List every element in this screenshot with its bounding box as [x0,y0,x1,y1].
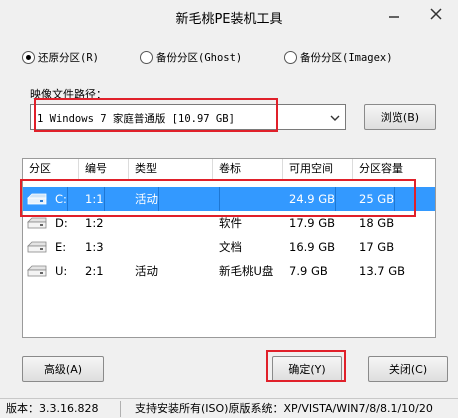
cell-label: 文档 [219,240,242,254]
close-button[interactable]: 关闭(C) [368,356,448,382]
cell-free: 17.9 GB [289,216,336,230]
cell-size: 25 GB [359,187,396,211]
title-bar: 新毛桃PE装机工具 [0,0,458,32]
close-icon [430,8,442,20]
table-row[interactable]: C: 1:1 活动 24.9 GB 25 GB [23,187,435,211]
header-partition[interactable]: 分区 [23,159,79,179]
cell-drive: U: [55,264,68,278]
cell-size: 17 GB [359,240,395,254]
ok-button-label: 确定(Y) [288,363,326,376]
browse-button[interactable]: 浏览(B) [364,104,436,130]
header-label[interactable]: 卷标 [213,159,283,179]
radio-backup-ghost[interactable]: 备份分区(Ghost) [140,50,242,65]
radio-selected-icon [22,51,35,64]
partition-table: 分区 编号 类型 卷标 可用空间 分区容量 C: 1:1 活动 24.9 GB … [22,158,436,338]
cell-number: 1:3 [85,240,104,254]
cell-drive: D: [55,216,68,230]
radio-unselected-icon [140,51,153,64]
chevron-down-icon [330,115,340,121]
radio-restore-label: 还原分区(R) [38,52,99,64]
radio-restore[interactable]: 还原分区(R) [22,50,99,65]
radio-backup-imagex-label: 备份分区(Imagex) [300,52,393,64]
status-divider [120,401,121,417]
drive-icon [27,193,47,205]
cell-label: 软件 [219,216,242,230]
header-size[interactable]: 分区容量 [353,159,435,179]
cell-number: 2:1 [85,264,104,278]
minimize-button[interactable] [374,0,414,28]
table-row[interactable]: E: 1:3 文档 16.9 GB 17 GB [23,235,435,259]
cell-free: 16.9 GB [289,240,336,254]
status-bar: 版本：3.3.16.828 支持安装所有(ISO)原版系统：XP/VISTA/W… [0,398,458,418]
radio-unselected-icon [284,51,297,64]
header-number[interactable]: 编号 [79,159,129,179]
cell-number: 1:1 [85,187,105,211]
image-path-select[interactable]: 1 Windows 7 家庭普通版 [10.97 GB] [30,104,346,130]
cell-number: 1:2 [85,216,104,230]
cell-type: 活动 [135,187,159,211]
radio-backup-ghost-label: 备份分区(Ghost) [156,52,243,64]
cell-size: 13.7 GB [359,264,406,278]
image-path-label: 映像文件路径： [30,88,107,101]
advanced-button[interactable]: 高级(A) [22,356,104,382]
version-text: 版本：3.3.16.828 [6,402,99,415]
cell-drive: E: [55,240,67,254]
support-text: 支持安装所有(ISO)原版系统：XP/VISTA/WIN7/8/8.1/10/2… [135,402,433,415]
drive-icon [27,217,47,229]
usb-drive-icon [27,265,47,277]
image-path-value: 1 Windows 7 家庭普通版 [10.97 GB] [37,113,235,125]
radio-backup-imagex[interactable]: 备份分区(Imagex) [284,50,393,65]
cell-size: 18 GB [359,216,395,230]
header-type[interactable]: 类型 [129,159,213,179]
cell-type: 活动 [135,264,158,278]
cell-drive: C: [55,187,68,211]
mode-radio-group: 还原分区(R) 备份分区(Ghost) 备份分区(Imagex) [0,50,458,72]
header-free[interactable]: 可用空间 [283,159,353,179]
close-window-button[interactable] [414,0,458,28]
cell-free: 24.9 GB [289,187,337,211]
cell-label: 新毛桃U盘 [219,264,274,278]
ok-button[interactable]: 确定(Y) [272,356,342,382]
cell-free: 7.9 GB [289,264,328,278]
minimize-icon [389,16,399,18]
table-row[interactable]: U: 2:1 活动 新毛桃U盘 7.9 GB 13.7 GB [23,259,435,283]
browse-button-label: 浏览(B) [380,111,420,124]
advanced-button-label: 高级(A) [43,363,83,376]
cell-label [219,187,220,211]
table-header: 分区 编号 类型 卷标 可用空间 分区容量 [23,159,435,179]
drive-icon [27,241,47,253]
table-row[interactable]: D: 1:2 软件 17.9 GB 18 GB [23,211,435,235]
close-button-label: 关闭(C) [388,363,428,376]
